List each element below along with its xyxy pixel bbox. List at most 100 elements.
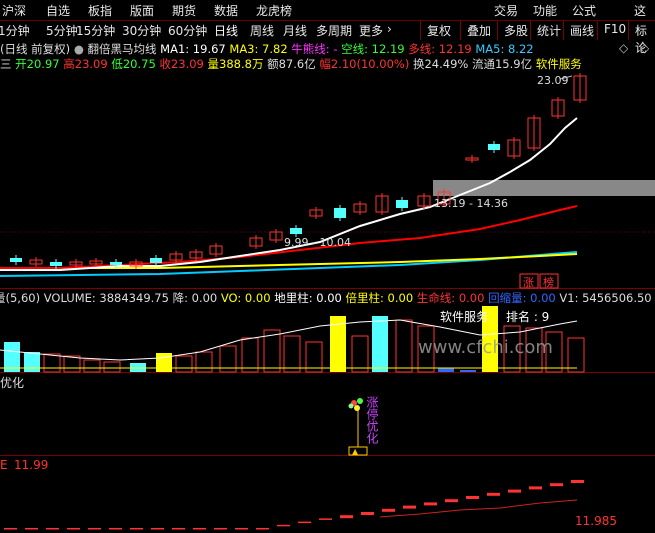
volume-bar	[372, 316, 388, 372]
amount-value: 额87.6亿	[267, 57, 316, 71]
volume-bar	[241, 337, 259, 373]
industry-value: 软件服务	[535, 57, 582, 71]
bottom-bar	[319, 518, 332, 520]
candlestick	[396, 200, 408, 208]
volume-bar	[103, 361, 121, 373]
volume-bar	[567, 337, 585, 373]
bottom-bar	[193, 528, 206, 530]
bottom-bar	[382, 508, 395, 512]
volume-bar	[395, 319, 413, 373]
ma3-value: MA3: 7.82	[229, 42, 288, 56]
bottom-bar	[298, 521, 311, 524]
volume-bar	[460, 370, 476, 372]
volume-bar	[63, 355, 81, 373]
industry-label: 软件服务	[440, 310, 489, 324]
volume-bar	[24, 352, 40, 372]
rank-tag: 榜	[543, 276, 554, 289]
turnover-value: 换24.49%	[412, 57, 469, 71]
candlestick	[50, 262, 62, 266]
volume-bar	[195, 351, 213, 373]
volume-bar	[156, 353, 172, 372]
bottom-bar	[235, 528, 248, 530]
volume-bar	[83, 359, 101, 373]
svg-text:▲: ▲	[352, 447, 359, 456]
signal-title[interactable]: 优化	[0, 374, 24, 391]
float-value: 流通15.9亿	[471, 57, 533, 71]
bottom-bar	[67, 528, 80, 530]
bottom-bar	[445, 499, 458, 503]
ground-bar-value: 地里柱: 0.00	[274, 291, 342, 305]
bottom-bar	[487, 492, 500, 496]
zone1-label: 13.19 - 14.36	[434, 197, 508, 210]
candlestick	[110, 262, 122, 265]
quote-prefix: 三	[0, 57, 12, 71]
ma1-value: MA1: 19.67	[160, 42, 226, 56]
bottom-bar	[151, 528, 164, 530]
bottom-prefix: E	[0, 458, 8, 472]
volume-header: 量(5,60) VOLUME: 3884349.75 降: 0.00 VO: 0…	[0, 290, 655, 306]
volume-bar	[175, 355, 193, 373]
close-price: 收23.09	[159, 57, 204, 71]
bottom-bar	[46, 528, 59, 530]
resistance-zone	[433, 180, 655, 196]
diamond-icon[interactable]: ◇	[640, 41, 649, 55]
shrink-value: 回缩量: 0.00	[488, 291, 556, 305]
limit-up-tag: 涨	[523, 276, 534, 289]
bottom-bar	[172, 528, 185, 530]
candlestick	[488, 144, 500, 150]
bear-line-value: 空线: 12.19	[341, 42, 405, 56]
ma5-value: MA5: 8.22	[475, 42, 534, 56]
bottom-bar	[256, 528, 269, 530]
long-line-value: 多线: 12.19	[408, 42, 472, 56]
bottom-bar	[571, 480, 584, 483]
indicator-dropdown-icon[interactable]: ●	[74, 42, 84, 56]
watermark: www.cfchi.com	[418, 337, 553, 358]
bottom-end-value: 11.985	[575, 514, 617, 528]
diamond-icon[interactable]: ◇	[619, 41, 628, 55]
low-price: 低20.75	[111, 57, 156, 71]
high-price-label: 23.09	[537, 74, 569, 87]
bottom-bar	[277, 524, 290, 527]
bottom-bar	[424, 502, 437, 506]
bottom-bar	[508, 489, 521, 493]
bottom-bar	[403, 505, 416, 509]
drop-value: 降: 0.00	[172, 291, 218, 305]
bottom-bar	[130, 528, 143, 530]
candlestick	[290, 228, 302, 234]
bottom-bar	[529, 486, 542, 490]
chart-title: 日线 前复权)	[4, 42, 71, 56]
bottom-bar	[361, 512, 374, 515]
lifeline-value: 生命线: 0.00	[416, 291, 485, 305]
volume-bar	[43, 353, 61, 373]
bottom-bar	[88, 528, 101, 530]
bottom-bar	[466, 496, 479, 499]
bottom-bar	[340, 515, 353, 519]
bottom-bar	[4, 528, 17, 530]
bottom-bar	[25, 528, 38, 530]
vo-value: VO: 0.00	[220, 291, 271, 305]
double-bar-value: 倍里柱: 0.00	[345, 291, 414, 305]
zone2-label: 9.99 - 10.04	[284, 236, 351, 249]
bottom-bar	[214, 528, 227, 530]
volume-value: 量388.8万	[207, 57, 264, 71]
v1-value: V1: 5456506.50	[559, 291, 652, 305]
volume-bar	[438, 368, 454, 372]
change-value: 幅2.10(10.00%)	[319, 57, 410, 71]
volume-title[interactable]: 量(5,60) VOLUME: 3884349.75	[0, 291, 169, 305]
bottom-value: 11.99	[14, 458, 49, 472]
formula-name[interactable]: 翻倍黑马均线	[88, 42, 157, 56]
rank-label: 排名 : 9	[506, 310, 550, 324]
high-price: 高23.09	[63, 57, 108, 71]
signal-vertical-text: 涨停优化	[365, 396, 379, 444]
bottom-bar	[109, 528, 122, 530]
candlestick	[334, 208, 346, 218]
quote-line: 三 开20.97 高23.09 低20.75 收23.09 量388.8万 额8…	[0, 56, 582, 72]
volume-bar	[283, 335, 301, 373]
volume-bar	[351, 335, 369, 373]
candlestick	[150, 258, 162, 263]
candlestick	[10, 258, 22, 262]
indicator-header: (日线 前复权) ● 翻倍黑马均线 MA1: 19.67 MA3: 7.82 牛…	[0, 41, 534, 57]
bottom-bar	[550, 483, 563, 487]
open-price: 开20.97	[15, 57, 60, 71]
bull-bear-value: 牛熊线: -	[291, 42, 338, 56]
